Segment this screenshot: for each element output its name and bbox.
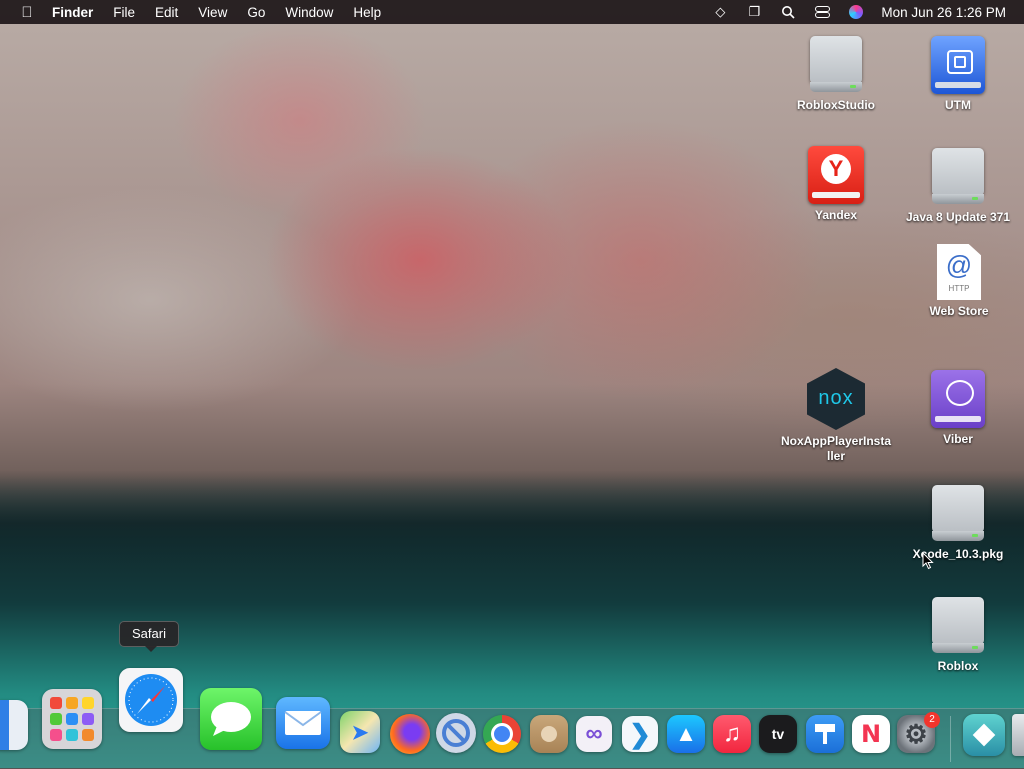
remote-diamond-icon (972, 723, 996, 747)
window-stack-icon[interactable]: ❐ (745, 4, 763, 20)
menubar-clock[interactable]: Mon Jun 26 1:26 PM (881, 5, 1006, 20)
menu-window[interactable]: Window (285, 5, 333, 20)
menu-bar:  Finder File Edit View Go Window Help ◇… (0, 0, 1024, 24)
dock-app-remote[interactable] (963, 714, 1005, 756)
disk-icon (932, 485, 984, 543)
desktop-icon-label: Roblox (937, 659, 979, 673)
menu-help[interactable]: Help (353, 5, 381, 20)
dock-app-vscode[interactable]: ❯ (622, 716, 658, 752)
dock-app-maps[interactable]: ➤ (340, 711, 380, 753)
desktop-icon-robloxstudio[interactable]: RobloxStudio (776, 36, 896, 113)
menu-go[interactable]: Go (247, 5, 265, 20)
dock-app-finder[interactable] (0, 700, 28, 750)
desktop-icon-label: Web Store (929, 304, 989, 318)
desktop-icon-label: NoxAppPlayerInstaller (780, 434, 892, 463)
dock-app-contacts[interactable] (530, 715, 568, 753)
desktop-icon-label: Xcode_10.3.pkg (912, 547, 1004, 561)
desktop-icon-roblox[interactable]: Roblox (898, 597, 1018, 674)
keynote-podium-icon (815, 724, 835, 744)
dock-app-safari[interactable] (119, 668, 183, 732)
utm-icon (931, 36, 985, 94)
desktop-icon-label: UTM (945, 98, 971, 112)
viber-icon (931, 370, 985, 428)
dock-app-apple-tv[interactable]: tv (759, 715, 797, 753)
dock-separator (950, 716, 951, 762)
apple-logo-icon[interactable]:  (18, 4, 36, 21)
dock-app-launchpad[interactable] (42, 689, 102, 749)
dock-app-chrome[interactable] (483, 715, 521, 753)
desktop-icon-label: Yandex (814, 208, 858, 222)
maps-icon: ➤ (351, 721, 369, 744)
desktop-icon-xcode-pkg[interactable]: Xcode_10.3.pkg (898, 485, 1018, 562)
search-icon[interactable] (779, 4, 797, 20)
system-settings-badge: 2 (924, 712, 940, 728)
vscode-icon: ❯ (629, 718, 651, 749)
dock-app-news[interactable]: N (852, 715, 890, 753)
mail-envelope-icon (284, 711, 322, 735)
dock-app-keynote[interactable] (806, 715, 844, 753)
desktop-icon-java[interactable]: Java 8 Update 371 (898, 148, 1018, 225)
desktop-icon-nox[interactable]: nox NoxAppPlayerInstaller (776, 368, 896, 464)
disk-icon (932, 597, 984, 655)
desktop-icon-utm[interactable]: UTM (898, 36, 1018, 113)
desktop-icon-web-store[interactable]: @ HTTP Web Store (899, 244, 1019, 319)
diamond-icon[interactable]: ◇ (711, 4, 729, 20)
desktop-icon-yandex[interactable]: Y Yandex (776, 146, 896, 223)
desktop-icon-label: Java 8 Update 371 (905, 210, 1011, 224)
messages-bubble-icon (211, 702, 251, 736)
dock-app-music[interactable]: ♫ (713, 715, 751, 753)
disk-icon (932, 148, 984, 206)
dock-tooltip: Safari (119, 621, 179, 652)
menu-file[interactable]: File (113, 5, 135, 20)
control-center-icon[interactable] (813, 4, 831, 20)
apple-tv-label: tv (771, 726, 785, 742)
music-note-icon: ♫ (723, 720, 741, 747)
app-store-icon: ▲ (675, 721, 697, 746)
dock-app-visual-studio[interactable]: ∞ (576, 716, 612, 752)
prohibited-icon (442, 719, 470, 747)
siri-icon[interactable] (847, 4, 865, 20)
dock-app-firefox[interactable] (390, 714, 430, 754)
status-area: ◇ ❐ Mon Jun 26 1:26 PM (711, 0, 1006, 24)
safari-compass-icon (125, 674, 177, 726)
dock-app-trash[interactable] (1012, 714, 1024, 756)
dock-app-messages[interactable] (200, 688, 262, 750)
menu-view[interactable]: View (198, 5, 227, 20)
desktop-icon-viber[interactable]: Viber (898, 370, 1018, 447)
visual-studio-icon: ∞ (585, 720, 603, 747)
mouse-cursor-icon (922, 552, 934, 570)
nox-icon: nox (807, 368, 865, 430)
news-icon: N (860, 720, 882, 748)
yandex-icon: Y (808, 146, 864, 204)
dock-app-mail[interactable] (276, 697, 330, 749)
dock-app-app-store[interactable]: ▲ (667, 715, 705, 753)
contacts-icon (541, 726, 557, 742)
desktop-icon-label: RobloxStudio (797, 98, 875, 112)
disk-icon (810, 36, 862, 94)
chrome-icon (491, 723, 513, 745)
dock-app-blocked[interactable] (436, 713, 476, 753)
webloc-icon: @ HTTP (937, 244, 981, 300)
desktop-icon-label: Viber (943, 432, 973, 446)
menu-edit[interactable]: Edit (155, 5, 178, 20)
menu-finder[interactable]: Finder (52, 5, 93, 20)
